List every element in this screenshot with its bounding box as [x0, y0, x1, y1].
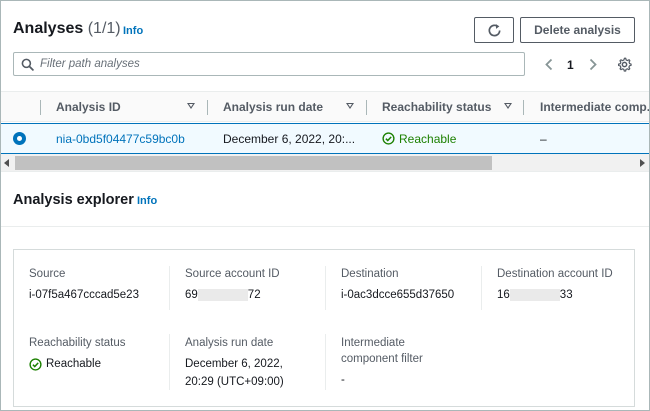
table-header: Analysis ID Analysis run date Reachabili… [1, 91, 649, 122]
explorer-body: Source i-07f5a467cccad5e23 Source accoun… [1, 227, 649, 410]
column-divider [169, 266, 170, 310]
column-divider [40, 100, 41, 115]
analysis-id-link[interactable]: nia-0bd5f04477c59bc0b [56, 124, 185, 153]
destination-account-suffix: 33 [559, 289, 573, 301]
scroll-left-icon[interactable] [4, 159, 9, 167]
source-account-label: Source account ID [185, 268, 280, 280]
page-number[interactable]: 1 [567, 58, 574, 72]
column-divider [325, 334, 326, 390]
analyses-info-link[interactable]: Info [123, 25, 143, 37]
reachability-status-text: Reachable [399, 131, 457, 146]
intermediate-label-line1: Intermediate [341, 337, 405, 349]
destination-account-label: Destination account ID [497, 268, 613, 280]
search-box [13, 52, 525, 76]
search-icon [21, 58, 34, 71]
column-header-reachability[interactable]: Reachability status [382, 92, 500, 122]
reachability-label: Reachability status [29, 337, 126, 349]
horizontal-scrollbar[interactable] [1, 154, 649, 172]
redaction-block [197, 288, 248, 301]
table-row[interactable]: nia-0bd5f04477c59bc0b December 6, 2022, … [1, 123, 649, 154]
analysis-run-date: December 6, 2022, 20:... [223, 131, 356, 146]
column-divider [325, 266, 326, 310]
column-header-run-date[interactable]: Analysis run date [223, 92, 341, 122]
analyses-title-text: Analyses [13, 20, 84, 37]
analyses-count: (1/1) [87, 20, 121, 37]
run-date-label: Analysis run date [185, 337, 274, 349]
intermediate-filter-value: - [341, 374, 345, 386]
analyses-panel-header: Analyses (1/1) Info Delete analysis 1 [1, 1, 649, 89]
sort-caret-icon[interactable] [504, 103, 512, 109]
check-circle-icon [29, 357, 42, 371]
explorer-info-link[interactable]: Info [137, 195, 157, 207]
analyses-title: Analyses (1/1) [13, 20, 121, 38]
chevron-left-icon[interactable] [544, 58, 554, 71]
reachability-value-text: Reachable [46, 358, 101, 370]
source-account-value: 69 72 [185, 285, 261, 305]
explorer-title: Analysis explorer [13, 192, 134, 208]
run-date-line2: 20:29 (UTC+09:00) [185, 376, 284, 388]
app-window: Analyses (1/1) Info Delete analysis 1 [0, 0, 650, 411]
reachability-status: Reachable [382, 124, 456, 153]
intermediate-label-line2: component filter [341, 353, 423, 365]
explorer-header: Analysis explorer Info [1, 173, 649, 227]
column-divider [366, 100, 367, 115]
column-header-analysis-id[interactable]: Analysis ID [56, 92, 176, 122]
column-divider [523, 100, 524, 115]
row-select-radio[interactable] [13, 132, 26, 145]
column-divider [169, 334, 170, 390]
destination-account-value: 16 33 [497, 285, 573, 305]
run-date-line1: December 6, 2022, [185, 358, 283, 370]
column-header-intermediate[interactable]: Intermediate comp... [540, 92, 649, 122]
refresh-button[interactable] [474, 17, 514, 43]
column-divider [207, 100, 208, 115]
destination-value: i-0ac3dcce655d37650 [341, 289, 455, 301]
delete-analysis-button[interactable]: Delete analysis [520, 17, 635, 43]
intermediate-value: – [540, 131, 547, 146]
analysis-details-card: Source i-07f5a467cccad5e23 Source accoun… [13, 249, 635, 407]
search-input[interactable] [40, 56, 510, 72]
column-divider [481, 266, 482, 310]
scroll-right-icon[interactable] [640, 159, 645, 167]
destination-account-prefix: 16 [497, 289, 510, 301]
source-account-prefix: 69 [185, 289, 198, 301]
refresh-icon [488, 23, 500, 36]
sort-caret-icon[interactable] [346, 103, 354, 109]
source-account-suffix: 72 [247, 289, 261, 301]
redaction-block [509, 288, 560, 301]
source-value: i-07f5a467cccad5e23 [29, 289, 139, 301]
sort-caret-icon[interactable] [187, 103, 195, 109]
gear-icon[interactable] [617, 57, 632, 72]
scrollbar-thumb[interactable] [15, 156, 492, 170]
reachability-value: Reachable [29, 354, 101, 374]
source-label: Source [29, 268, 66, 280]
check-circle-icon [382, 132, 395, 145]
destination-label: Destination [341, 268, 399, 280]
chevron-right-icon[interactable] [588, 58, 598, 71]
